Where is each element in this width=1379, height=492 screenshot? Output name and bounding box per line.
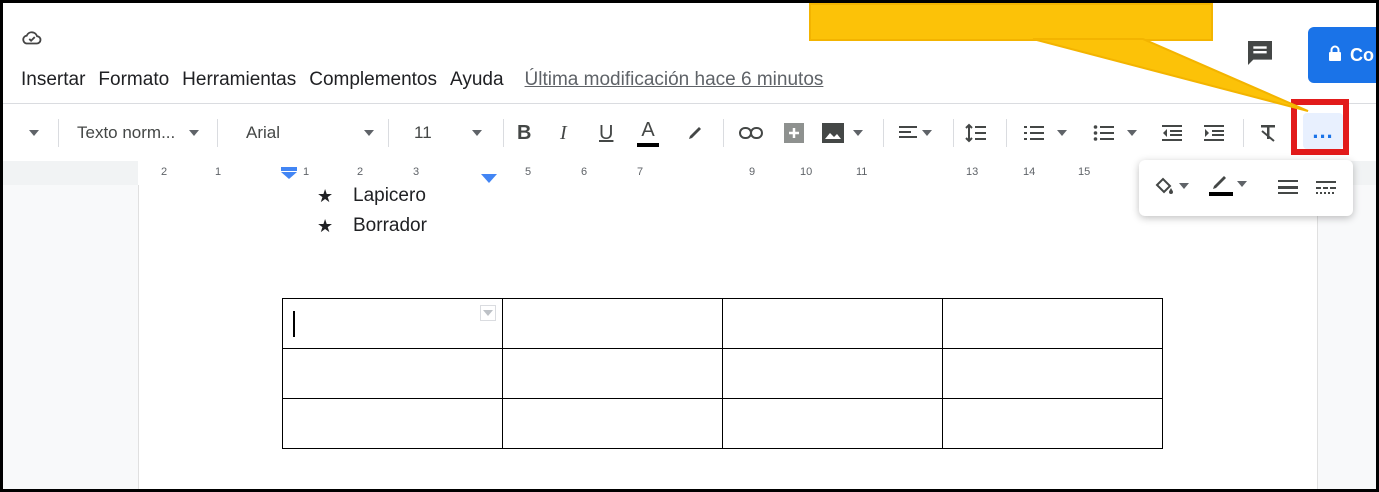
app-frame: Insertar Formato Herramientas Complement… xyxy=(0,0,1379,492)
callout-pointer xyxy=(1032,38,1309,112)
